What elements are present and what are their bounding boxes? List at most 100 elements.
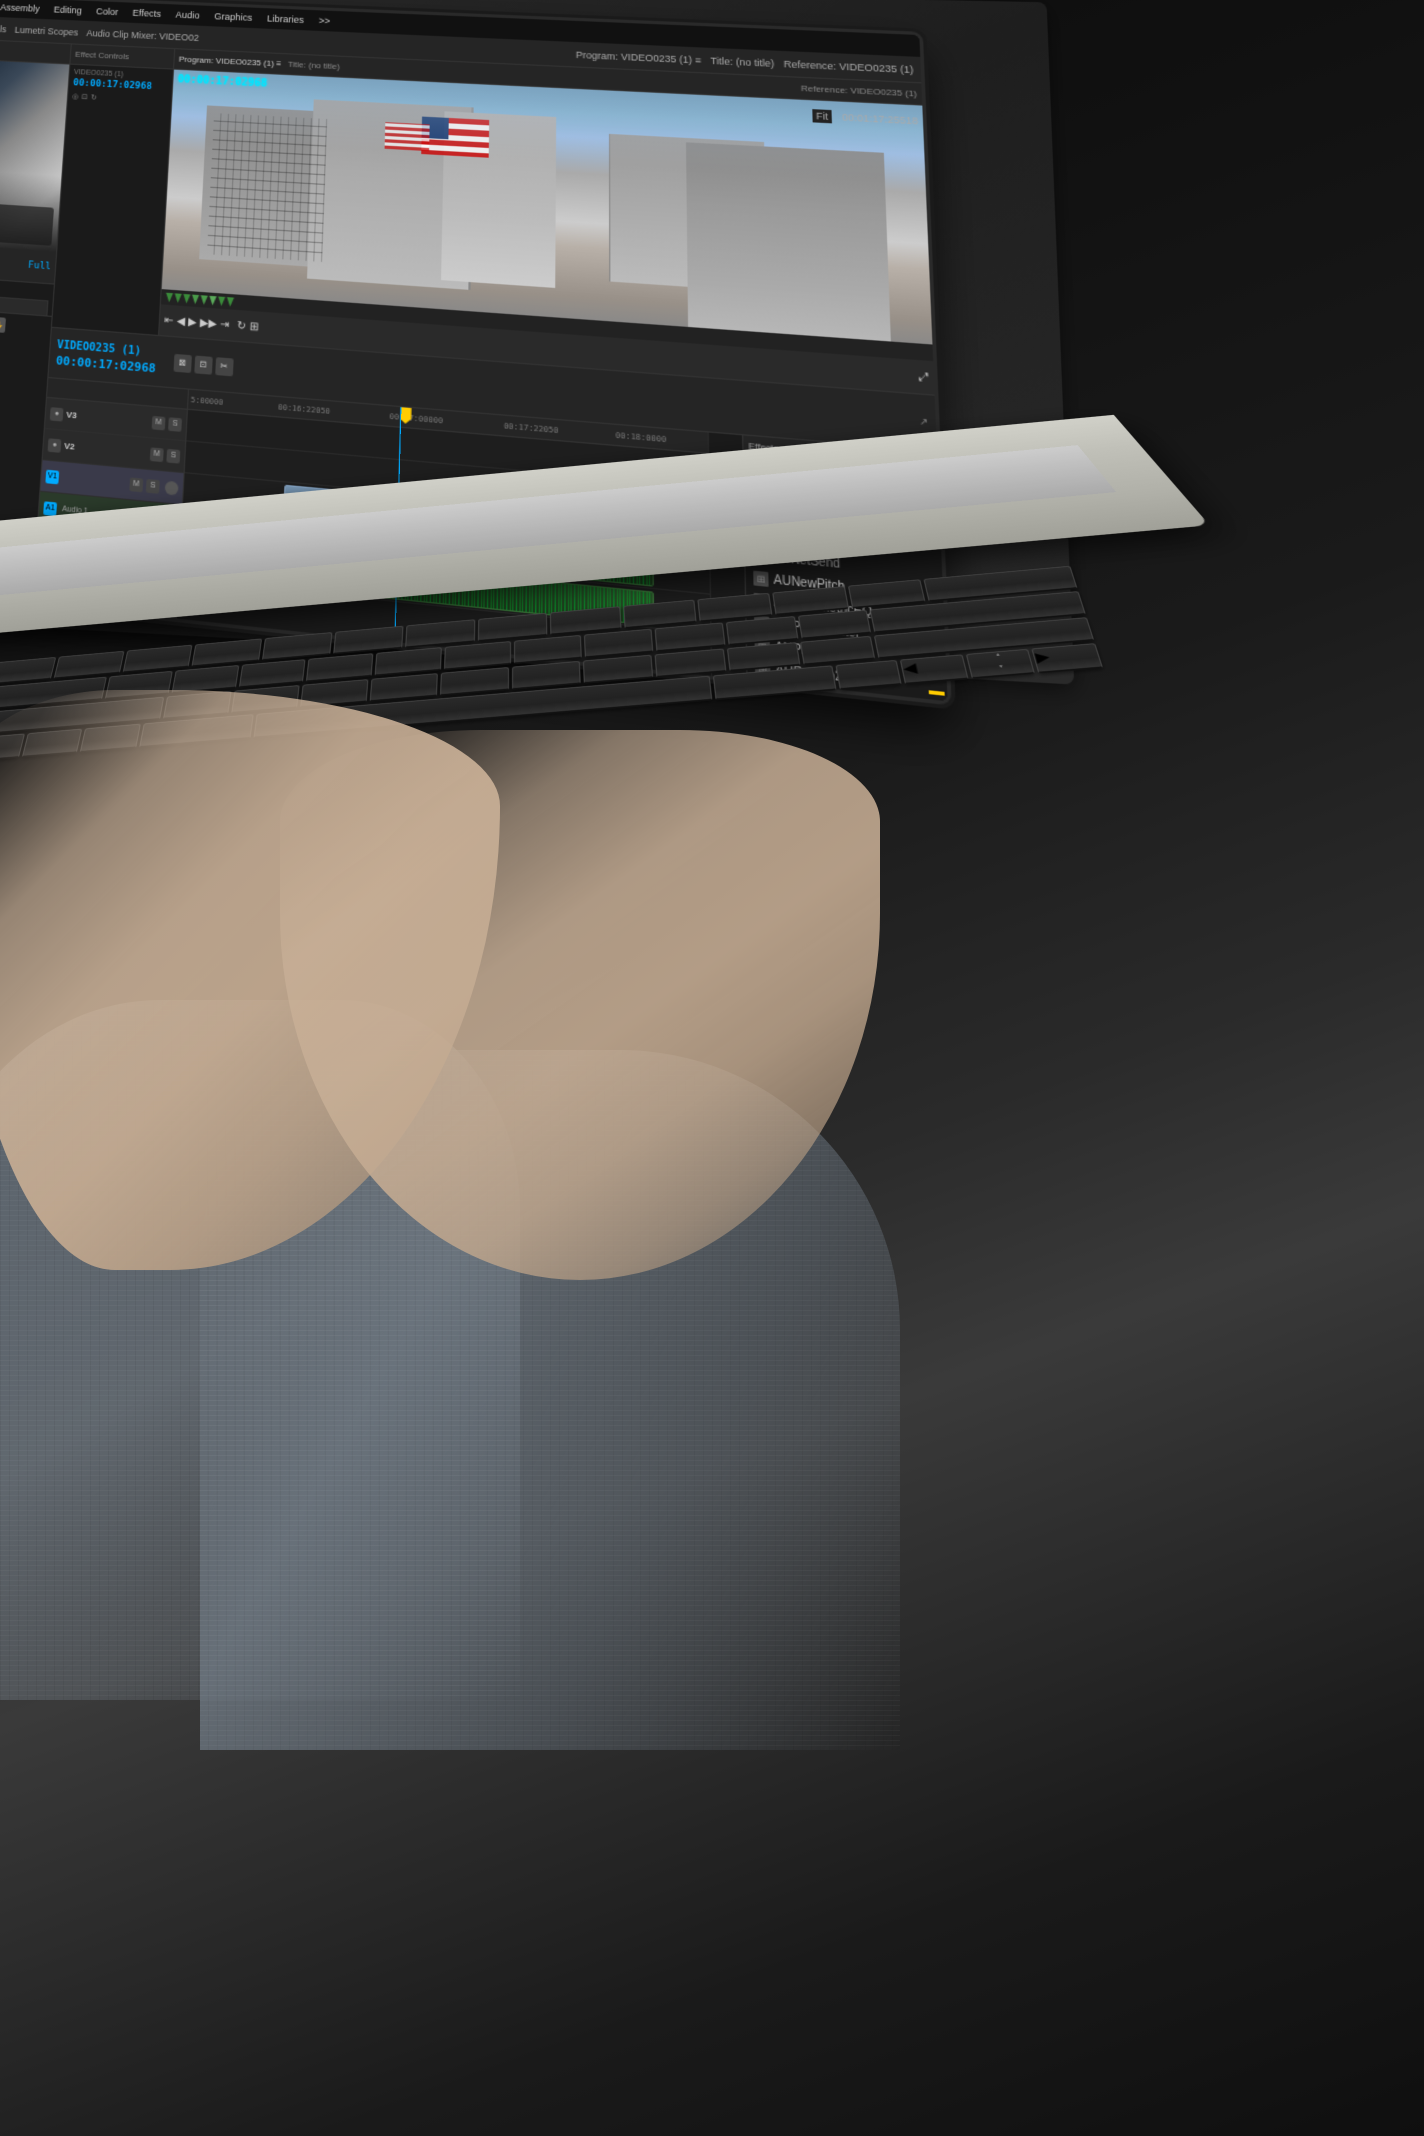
- key-i[interactable]: [550, 606, 621, 635]
- key-bracket-l[interactable]: [772, 586, 849, 615]
- key-y[interactable]: [405, 619, 475, 648]
- key-r[interactable]: [262, 632, 332, 660]
- safe-margins-btn[interactable]: ⊞: [249, 320, 259, 333]
- key-b[interactable]: [440, 667, 508, 697]
- marker-4: [191, 294, 199, 304]
- effect-icon-5: ⊞: [753, 571, 768, 587]
- fullscreen-btn[interactable]: ⤢: [918, 370, 929, 384]
- menu-item-more[interactable]: >>: [319, 15, 331, 26]
- key-right[interactable]: ▶: [1032, 643, 1103, 673]
- play-stop-btn[interactable]: ▶: [188, 316, 197, 329]
- key-period[interactable]: [727, 642, 801, 672]
- sequence-timecode: 00:00:17:02968: [73, 78, 168, 93]
- marker-1: [165, 292, 173, 302]
- key-e[interactable]: [192, 638, 262, 666]
- marker-6: [209, 295, 217, 305]
- v3-eye-btn[interactable]: ●: [50, 407, 64, 421]
- key-d[interactable]: [238, 659, 305, 688]
- menu-item-libraries[interactable]: Libraries: [267, 13, 304, 25]
- timeline-tool-1[interactable]: ⊠: [173, 353, 191, 372]
- key-slash[interactable]: [800, 635, 876, 665]
- time-label-1: 5:00000: [191, 395, 224, 407]
- toolbar-ref-label: Reference: VIDEO0235 (1): [783, 58, 913, 75]
- v1-lock-btn[interactable]: M: [129, 477, 143, 492]
- cursor-indicator: ↗: [919, 416, 928, 428]
- fx-ctrl-icon1[interactable]: ◎: [72, 92, 79, 101]
- key-p[interactable]: [697, 593, 772, 622]
- fx-ctrl-icon3[interactable]: ↻: [91, 93, 98, 102]
- key-k[interactable]: [584, 629, 653, 658]
- program-label: Program: VIDEO0235 (1) ≡: [179, 54, 282, 68]
- fx-ctrl-icon2[interactable]: ⊡: [81, 93, 88, 102]
- key-h[interactable]: [444, 641, 511, 670]
- timeline-tool-3[interactable]: ✂: [215, 357, 234, 376]
- v1-eye-btn[interactable]: V1: [45, 469, 59, 484]
- key-left[interactable]: ◀: [900, 655, 968, 685]
- zoom-display: Fit: [812, 109, 832, 123]
- v1-sync-btn[interactable]: S: [146, 478, 160, 493]
- hand-tool[interactable]: ✋: [0, 317, 6, 333]
- v2-lock-btn[interactable]: M: [150, 447, 164, 462]
- toolbar-fx-label: Effect Controls: [0, 21, 7, 34]
- key-o[interactable]: [623, 600, 696, 629]
- time-label-4: 00:17:22050: [504, 421, 559, 435]
- key-u[interactable]: [477, 613, 547, 642]
- key-bracket-r[interactable]: [847, 579, 925, 608]
- marker-8: [226, 297, 234, 307]
- time-label-2: 00:16:22050: [278, 402, 331, 415]
- program-timecode-right: 00:01:17:25518: [842, 112, 919, 127]
- v2-label: V2: [64, 441, 75, 452]
- time-label-3: 00:17:00000: [389, 411, 443, 425]
- toolbar-program-label: Program: VIDEO0235 (1) ≡: [576, 49, 701, 65]
- program-monitor: Program: VIDEO0235 (1) ≡ Title: (no titl…: [159, 49, 934, 394]
- key-g[interactable]: [375, 647, 442, 676]
- key-w[interactable]: [122, 645, 193, 673]
- marker-2: [174, 293, 182, 303]
- menu-item-audio[interactable]: Audio: [175, 10, 200, 21]
- v3-label: V3: [66, 410, 77, 421]
- key-quote[interactable]: [797, 610, 871, 639]
- step-back-btn[interactable]: ◀: [176, 315, 185, 328]
- key-q[interactable]: [53, 651, 124, 679]
- mark-out-btn[interactable]: ⇥: [220, 318, 230, 331]
- key-t[interactable]: [333, 626, 403, 654]
- key-semicolon[interactable]: [725, 616, 797, 645]
- effect-controls-title: Effect Controls: [75, 50, 130, 62]
- key-j[interactable]: [514, 635, 582, 664]
- key-updown[interactable]: ▲ ▼: [966, 649, 1036, 679]
- v3-sync-btn[interactable]: S: [168, 417, 182, 432]
- mark-in-btn[interactable]: ⇤: [164, 314, 174, 327]
- key-opt-r[interactable]: [835, 660, 902, 690]
- effect-controls-panel: Effect Controls VIDEO0235 (1) 00:00:17:0…: [52, 44, 175, 335]
- key-v[interactable]: [370, 673, 438, 702]
- marker-3: [183, 293, 191, 303]
- toolbar-audioclip-label: Audio Clip Mixer: VIDEO02: [86, 27, 199, 42]
- step-fwd-btn[interactable]: ▶▶: [200, 317, 217, 330]
- v2-eye-btn[interactable]: ●: [48, 438, 62, 453]
- title-label: Title: (no title): [288, 60, 340, 72]
- key-f[interactable]: [306, 653, 373, 682]
- marker-7: [217, 296, 225, 306]
- a1-btn[interactable]: A1: [43, 501, 57, 516]
- menu-item-editing[interactable]: Editing: [53, 4, 82, 15]
- key-l[interactable]: [654, 622, 725, 651]
- time-label-5: 00:18:0000: [615, 430, 666, 444]
- source-timecode: Full: [28, 260, 51, 272]
- menu-item-graphics[interactable]: Graphics: [214, 11, 252, 23]
- marker-5: [200, 295, 208, 305]
- v1-record-btn[interactable]: [165, 480, 179, 495]
- menu-item-color[interactable]: Color: [96, 6, 119, 17]
- key-comma[interactable]: [654, 648, 726, 678]
- menu-item-effects[interactable]: Effects: [132, 8, 161, 19]
- sequence-info: VIDEO0235 (1) 00:00:17:02968 ◎ ⊡ ↻: [68, 65, 173, 110]
- toolbar-lumetri-label: Lumetri Scopes: [14, 24, 78, 37]
- v3-lock-btn[interactable]: M: [152, 415, 166, 430]
- in-out-markers: [165, 292, 234, 307]
- key-m[interactable]: [583, 654, 653, 684]
- menu-item-assembly[interactable]: Assembly: [0, 2, 40, 14]
- toolbar-title-label: Title: (no title): [710, 55, 774, 69]
- key-n[interactable]: [512, 661, 581, 691]
- loop-btn[interactable]: ↻: [237, 319, 247, 332]
- timeline-tool-2[interactable]: ⊡: [194, 355, 212, 374]
- v2-sync-btn[interactable]: S: [166, 448, 180, 463]
